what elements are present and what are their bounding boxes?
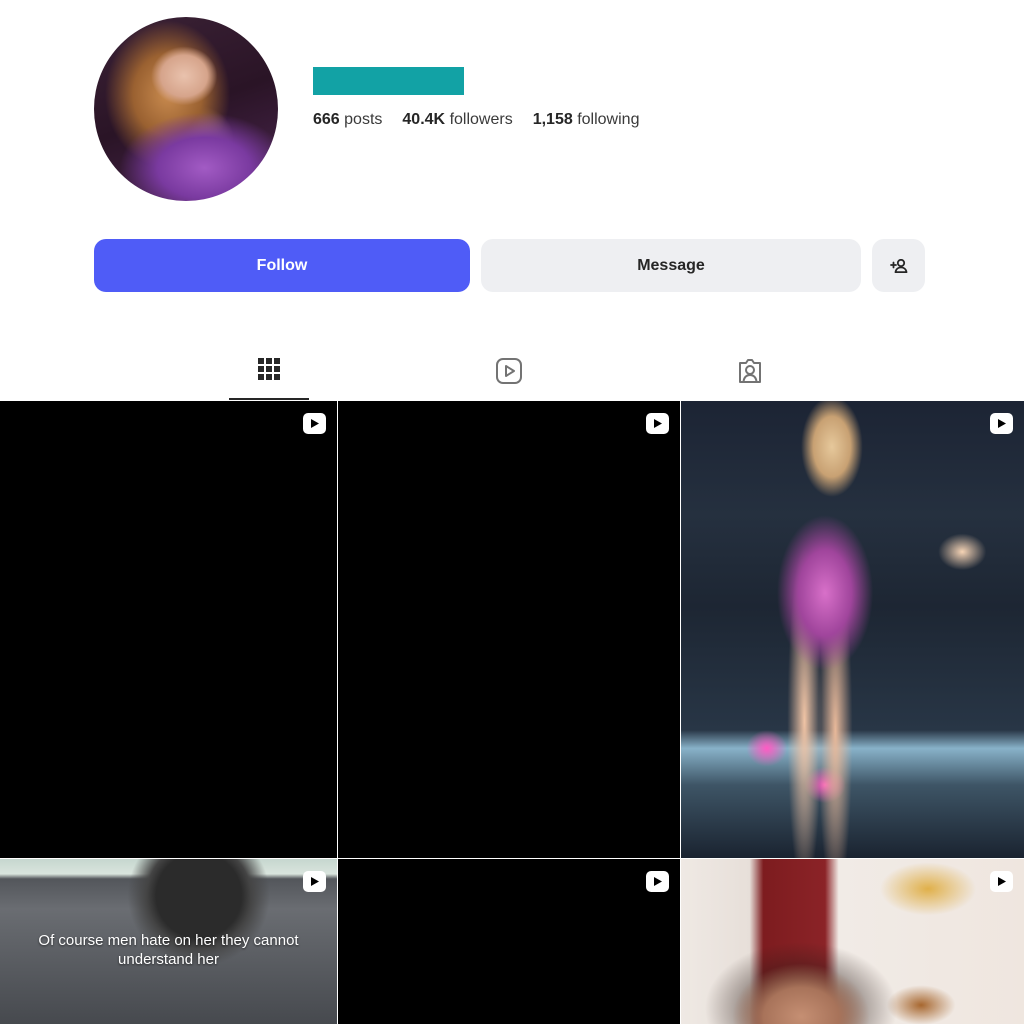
profile-stats: 666 posts 40.4K followers 1,158 followin… [313, 111, 639, 129]
follow-button[interactable]: Follow [94, 239, 470, 292]
grid-icon [258, 358, 280, 380]
reel-play-icon [997, 419, 1006, 428]
grid-item-concert[interactable] [681, 401, 1024, 858]
tagged-user-icon [739, 359, 761, 383]
posts-count: 666 [313, 111, 340, 128]
reel-play-icon [997, 877, 1006, 886]
following-stat[interactable]: 1,158 following [533, 111, 640, 129]
reel-badge [646, 871, 669, 892]
reel-caption: Of course men hate on her they cannot un… [38, 932, 299, 968]
grid-item[interactable] [0, 401, 337, 858]
profile-tabs [0, 345, 1024, 401]
reel-play-icon [310, 419, 319, 428]
followers-stat[interactable]: 40.4K followers [402, 111, 512, 129]
grid-item-car[interactable]: Of course men hate on her they cannot un… [0, 859, 337, 1024]
tab-posts-grid[interactable] [229, 345, 309, 400]
posts-stat: 666 posts [313, 111, 382, 129]
reels-icon [496, 358, 522, 384]
reel-play-icon [310, 877, 319, 886]
grid-item[interactable] [338, 401, 680, 858]
reel-badge [303, 871, 326, 892]
followers-label: followers [449, 111, 513, 128]
add-user-button[interactable] [872, 239, 925, 292]
profile-avatar[interactable] [94, 17, 278, 201]
message-button[interactable]: Message [481, 239, 861, 292]
reel-badge [646, 413, 669, 434]
posts-grid: Of course men hate on her they cannot un… [0, 401, 1024, 1024]
reel-play-icon [653, 419, 662, 428]
reel-badge [990, 871, 1013, 892]
username-redacted [313, 67, 464, 95]
following-count: 1,158 [532, 111, 573, 128]
following-label: following [577, 111, 640, 128]
reel-badge [990, 413, 1013, 434]
add-user-icon [889, 258, 907, 273]
followers-count: 40.4K [402, 111, 446, 128]
reel-play-icon [653, 877, 662, 886]
tab-tagged[interactable] [710, 345, 790, 401]
posts-label: posts [344, 111, 383, 128]
grid-item[interactable] [338, 859, 680, 1024]
reel-badge [303, 413, 326, 434]
grid-item-woman[interactable] [681, 859, 1024, 1024]
tab-reels[interactable] [469, 345, 549, 401]
